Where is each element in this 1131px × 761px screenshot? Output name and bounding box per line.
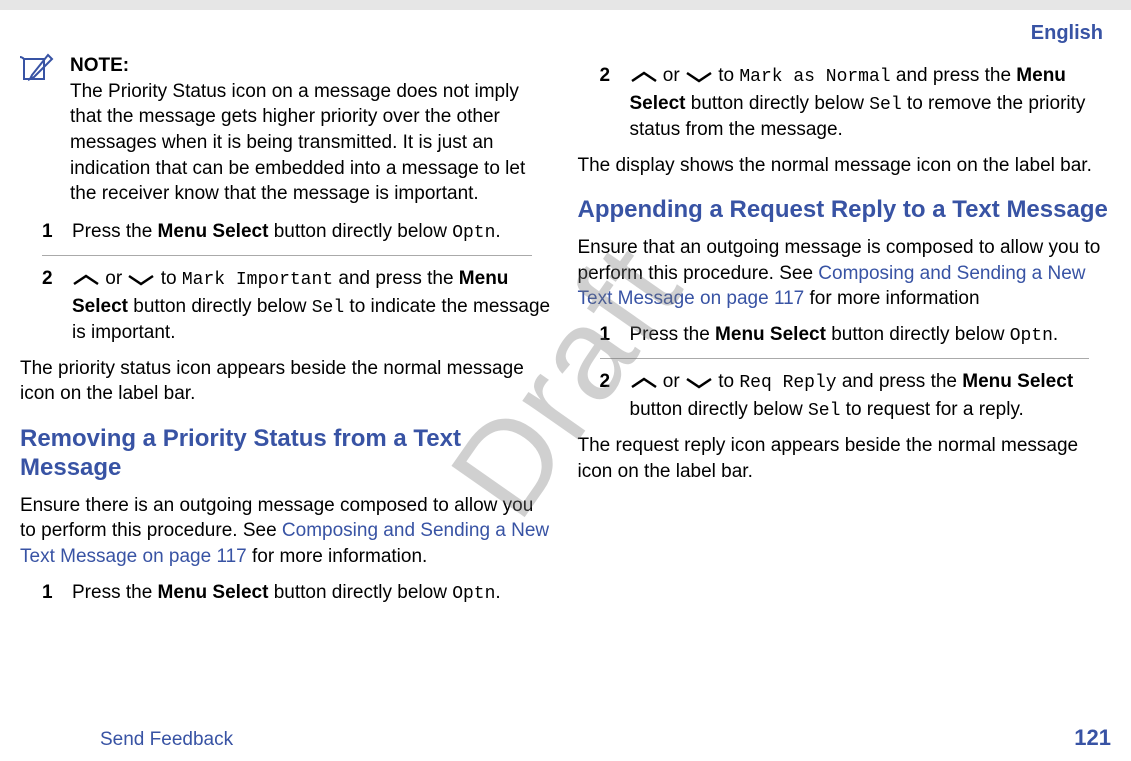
step-1: 1 Press the Menu Select button directly … xyxy=(20,580,554,606)
chevron-up-icon xyxy=(630,371,658,397)
step-number: 2 xyxy=(42,266,58,346)
step-number: 1 xyxy=(600,322,616,348)
step-text: Press the Menu Select button directly be… xyxy=(72,580,554,606)
chevron-up-icon xyxy=(630,65,658,91)
steps-priority-remove-cont: 2 or to Mark as Normal and press the Men… xyxy=(578,63,1112,143)
chevron-down-icon xyxy=(685,65,713,91)
step-text: or to Mark Important and press the Menu … xyxy=(72,266,554,346)
step-divider xyxy=(600,358,1090,359)
page-top-bar xyxy=(0,0,1131,10)
step-divider xyxy=(42,255,532,256)
result-paragraph: The priority status icon appears beside … xyxy=(20,356,554,407)
chevron-up-icon xyxy=(72,268,100,294)
step-number: 1 xyxy=(42,580,58,606)
chevron-down-icon xyxy=(127,268,155,294)
step-2: 2 or to Mark as Normal and press the Men… xyxy=(578,63,1112,143)
result-paragraph: The request reply icon appears beside th… xyxy=(578,433,1112,484)
note-title: NOTE: xyxy=(70,55,129,76)
note-body: NOTE: The Priority Status icon on a mess… xyxy=(70,53,554,207)
intro-paragraph: Ensure there is an outgoing message comp… xyxy=(20,493,554,570)
steps-priority-add: 1 Press the Menu Select button directly … xyxy=(20,219,554,346)
page-number: 121 xyxy=(1074,723,1111,753)
step-2: 2 or to Mark Important and press the Men… xyxy=(20,266,554,346)
note-block: NOTE: The Priority Status icon on a mess… xyxy=(20,53,554,207)
step-1: 1 Press the Menu Select button directly … xyxy=(578,322,1112,348)
step-1: 1 Press the Menu Select button directly … xyxy=(20,219,554,245)
steps-request-reply: 1 Press the Menu Select button directly … xyxy=(578,322,1112,423)
chevron-down-icon xyxy=(685,371,713,397)
section-heading-append-reply: Appending a Request Reply to a Text Mess… xyxy=(578,196,1112,225)
intro-paragraph: Ensure that an outgoing message is compo… xyxy=(578,235,1112,312)
send-feedback-link[interactable]: Send Feedback xyxy=(20,727,233,753)
step-number: 2 xyxy=(600,369,616,423)
note-icon xyxy=(20,53,56,207)
page: English Draft NOTE: The Priority Status … xyxy=(0,0,1131,761)
section-heading-remove-priority: Removing a Priority Status from a Text M… xyxy=(20,425,554,483)
note-text: The Priority Status icon on a message do… xyxy=(70,81,525,205)
step-text: Press the Menu Select button directly be… xyxy=(72,219,554,245)
step-2: 2 or to Req Reply and press the Menu Sel… xyxy=(578,369,1112,423)
step-text: or to Mark as Normal and press the Menu … xyxy=(630,63,1112,143)
right-column: 2 or to Mark as Normal and press the Men… xyxy=(578,53,1112,616)
step-text: or to Req Reply and press the Menu Selec… xyxy=(630,369,1112,423)
language-label: English xyxy=(20,20,1111,47)
step-number: 2 xyxy=(600,63,616,143)
step-number: 1 xyxy=(42,219,58,245)
step-text: Press the Menu Select button directly be… xyxy=(630,322,1112,348)
steps-priority-remove: 1 Press the Menu Select button directly … xyxy=(20,580,554,606)
result-paragraph: The display shows the normal message ico… xyxy=(578,153,1112,179)
page-footer: Send Feedback 121 xyxy=(20,723,1111,753)
content-columns: NOTE: The Priority Status icon on a mess… xyxy=(20,53,1111,616)
left-column: NOTE: The Priority Status icon on a mess… xyxy=(20,53,554,616)
